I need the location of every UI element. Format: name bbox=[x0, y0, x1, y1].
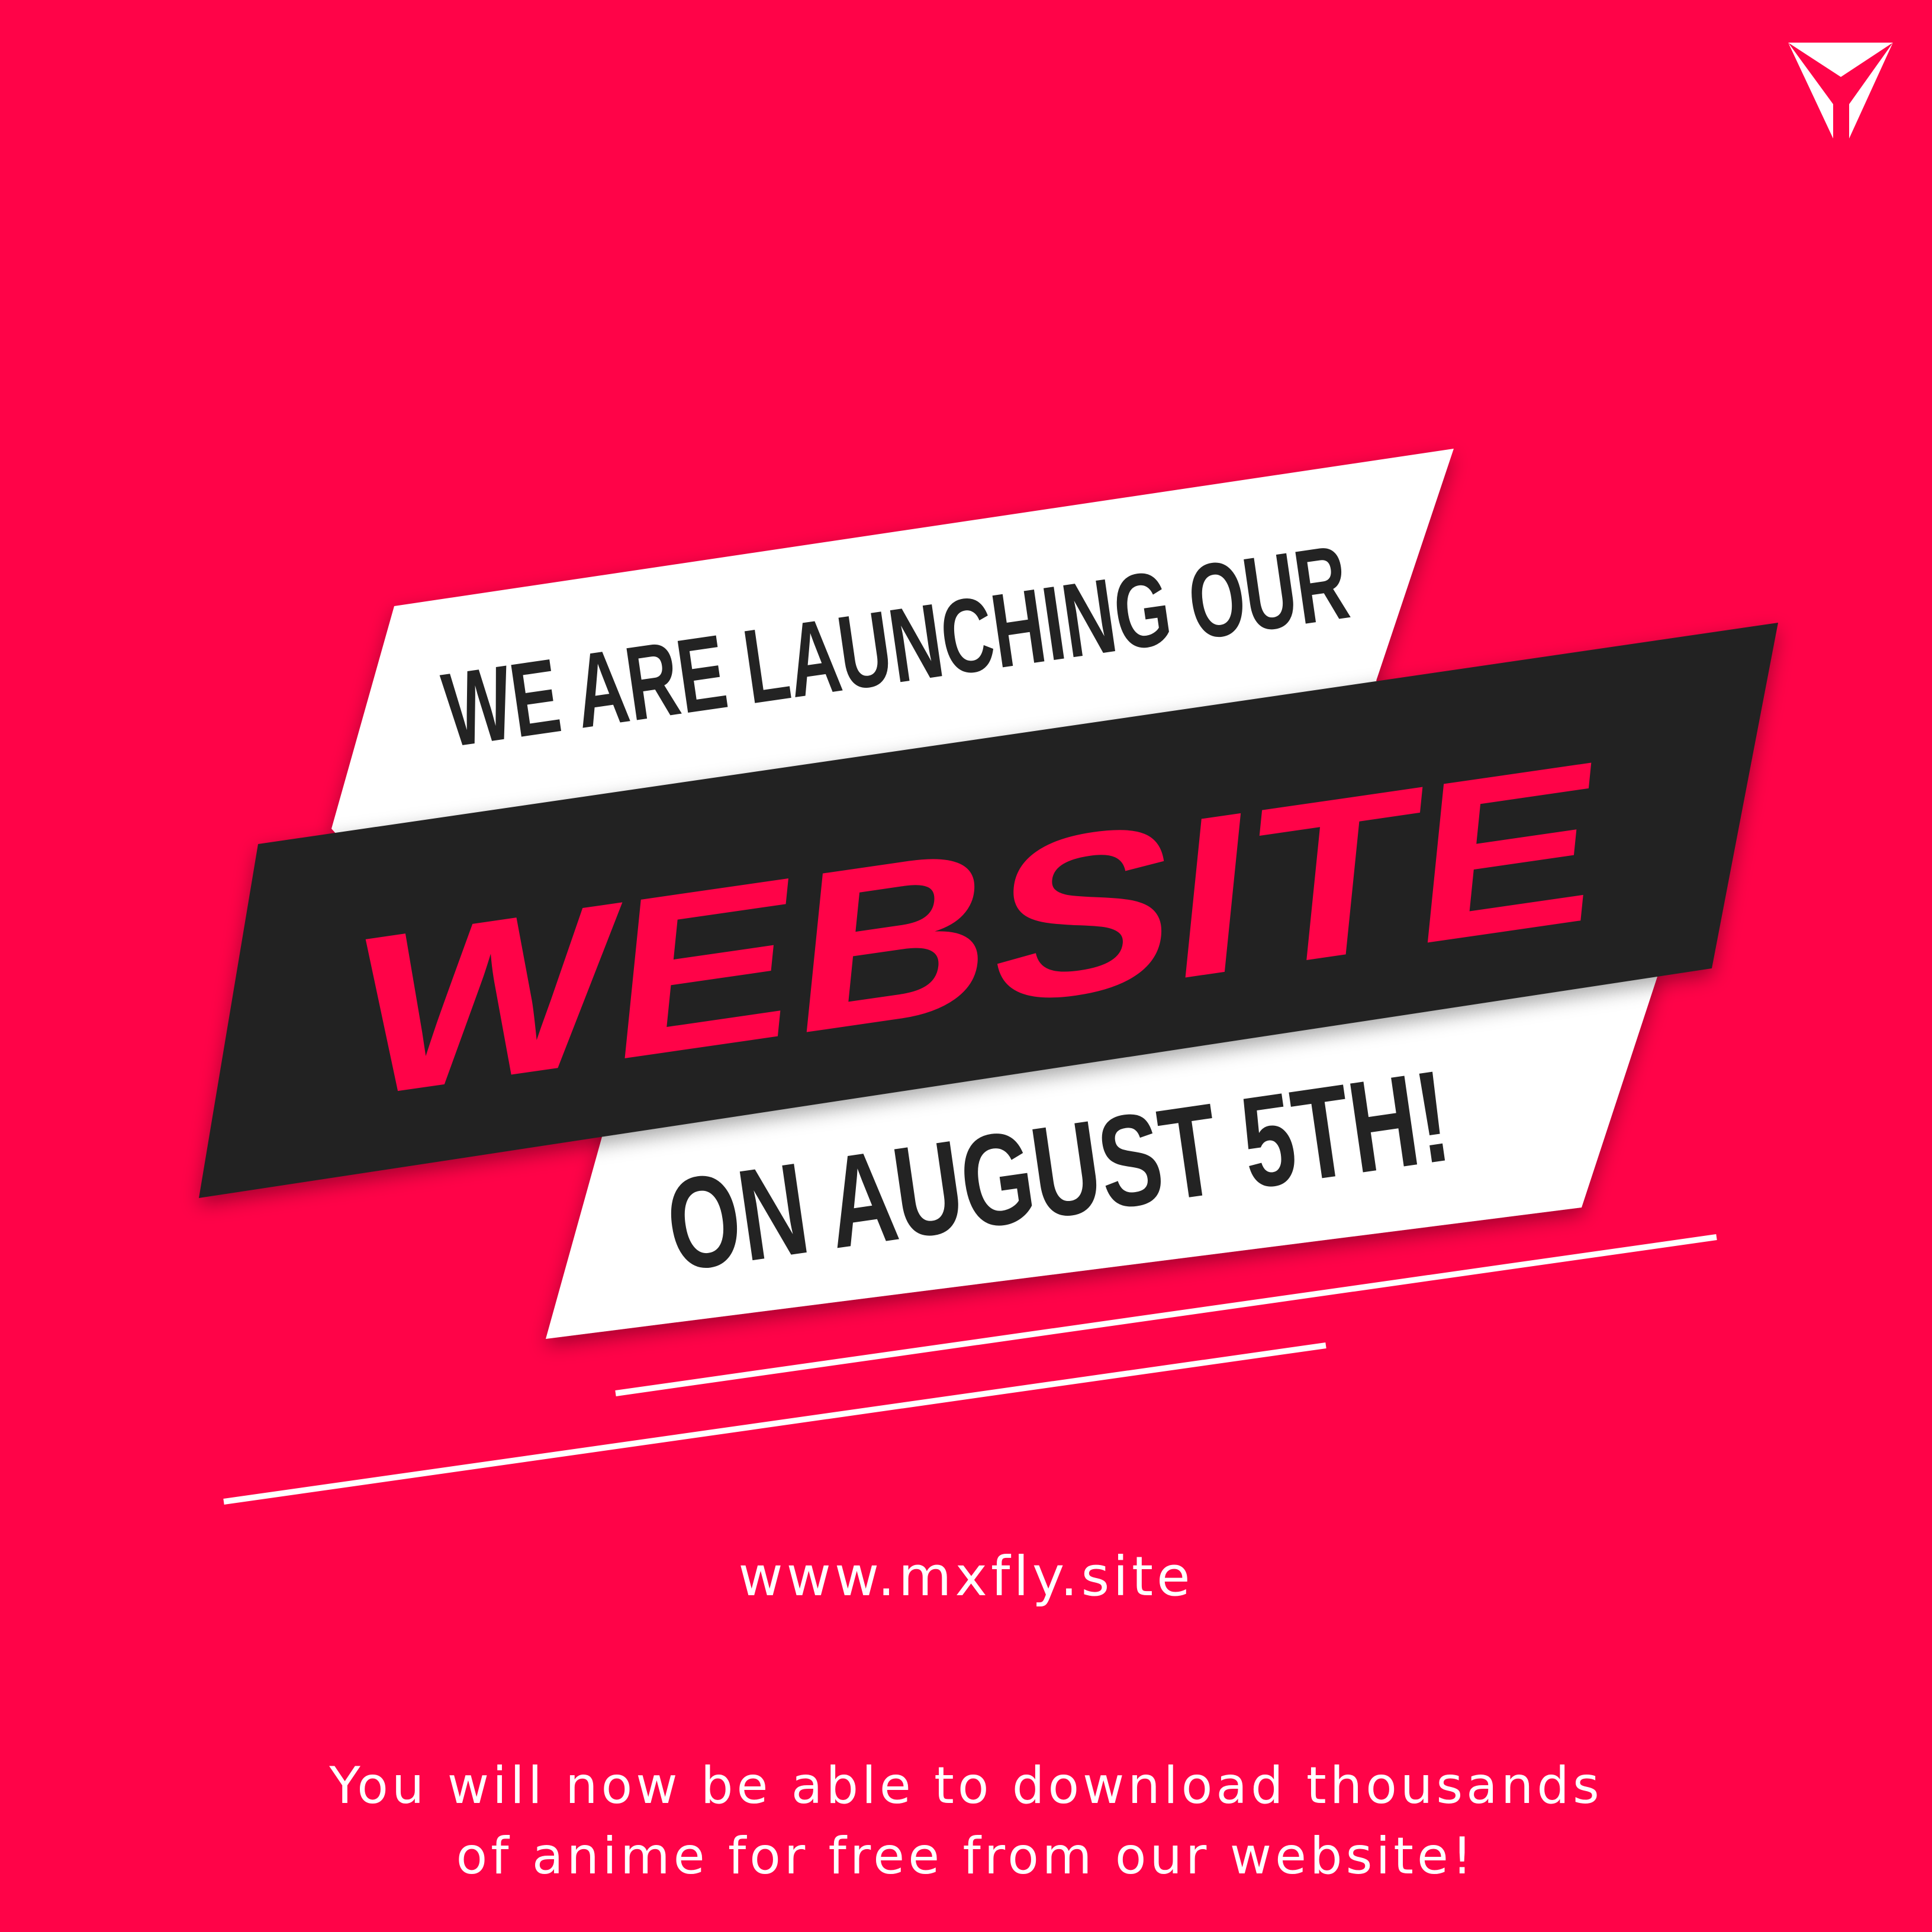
poster: WE ARE LAUNCHING OUR WEBSITE ON AUGUST 5… bbox=[0, 0, 1932, 1932]
tagline: You will now be able to download thousan… bbox=[0, 1751, 1932, 1891]
y-triangle-logo-icon bbox=[1788, 43, 1893, 139]
banner-artwork: WE ARE LAUNCHING OUR WEBSITE ON AUGUST 5… bbox=[199, 43, 1893, 1505]
tagline-line-1: You will now be able to download thousan… bbox=[329, 1756, 1603, 1815]
website-url[interactable]: www.mxfly.site bbox=[0, 1550, 1932, 1604]
tagline-line-2: of anime for free from our website! bbox=[456, 1826, 1476, 1886]
